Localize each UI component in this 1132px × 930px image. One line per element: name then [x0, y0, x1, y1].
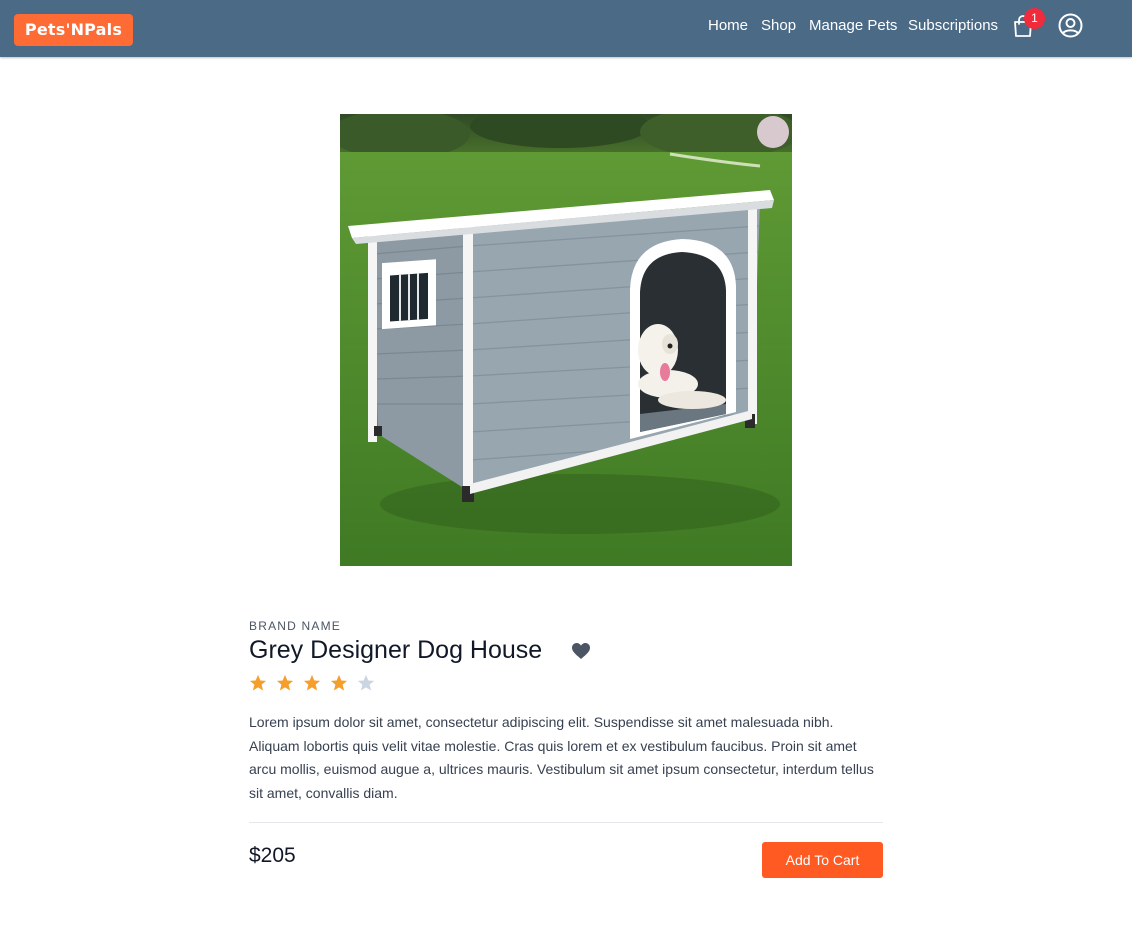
product-image — [340, 114, 792, 566]
product-description: Lorem ipsum dolor sit amet, consectetur … — [249, 714, 874, 801]
add-to-cart-button[interactable]: Add To Cart — [762, 842, 883, 878]
heart-icon[interactable] — [572, 643, 590, 660]
nav-home[interactable]: Home — [708, 17, 748, 34]
top-navbar: Pets'NPals Home Shop Manage Pets Subscri… — [0, 0, 1132, 57]
nav-subscriptions[interactable]: Subscriptions — [908, 17, 998, 34]
star-filled-icon — [303, 674, 321, 691]
nav-shop[interactable]: Shop — [761, 17, 796, 34]
star-filled-icon — [330, 674, 348, 691]
star-filled-icon — [249, 674, 267, 691]
cart-count-badge: 1 — [1024, 8, 1045, 29]
site-logo[interactable]: Pets'NPals — [14, 14, 133, 46]
product-title: Grey Designer Dog House — [249, 636, 543, 664]
user-circle-icon[interactable] — [1058, 13, 1083, 38]
brand-name: BRAND NAME — [249, 619, 342, 633]
divider — [249, 822, 883, 823]
star-empty-icon — [357, 674, 375, 691]
star-filled-icon — [276, 674, 294, 691]
nav-manage-pets[interactable]: Manage Pets — [809, 17, 897, 34]
product-price: $205 — [249, 844, 296, 867]
